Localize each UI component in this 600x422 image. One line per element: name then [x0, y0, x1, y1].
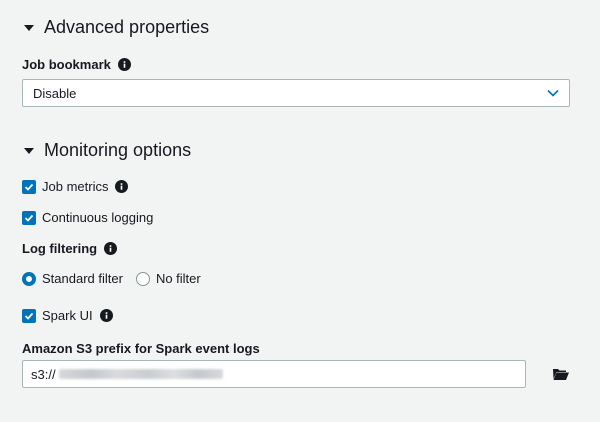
section-title-monitoring: Monitoring options: [44, 140, 192, 160]
caret-down-icon: [24, 147, 34, 154]
info-icon[interactable]: [104, 242, 118, 255]
job-bookmark-label: Job bookmark: [22, 57, 131, 72]
continuous-logging-label: Continuous logging: [42, 210, 154, 225]
log-filtering-label: Log filtering: [22, 241, 118, 256]
redacted-path: [58, 369, 223, 379]
no-filter-radio[interactable]: [135, 271, 150, 286]
job-bookmark-selected-value: Disable: [33, 85, 77, 101]
checkmark-icon: [24, 214, 34, 222]
continuous-logging-row: Continuous logging: [22, 210, 153, 225]
checkmark-icon: [24, 312, 34, 320]
info-icon[interactable]: [117, 58, 131, 71]
section-title-advanced: Advanced properties: [44, 17, 210, 37]
standard-filter-label[interactable]: Standard filter: [42, 271, 123, 286]
s3-prefix-input[interactable]: s3://: [22, 360, 526, 388]
info-icon[interactable]: [99, 309, 113, 322]
no-filter-label[interactable]: No filter: [156, 271, 201, 286]
chevron-down-icon: [547, 89, 559, 97]
s3-prefix-label-text: Amazon S3 prefix for Spark event logs: [22, 341, 260, 356]
monitoring-options-toggle[interactable]: Monitoring options: [22, 140, 191, 161]
job-bookmark-label-text: Job bookmark: [22, 57, 111, 72]
standard-filter-radio[interactable]: [22, 271, 36, 286]
continuous-logging-checkbox[interactable]: [22, 210, 36, 225]
job-bookmark-select[interactable]: Disable: [22, 79, 570, 107]
checkmark-icon: [24, 183, 34, 191]
spark-ui-row: Spark UI: [22, 308, 113, 323]
job-metrics-checkbox[interactable]: [22, 179, 36, 194]
caret-down-icon: [24, 24, 34, 31]
s3-prefix-value: s3://: [31, 366, 56, 382]
advanced-properties-toggle[interactable]: Advanced properties: [22, 17, 209, 38]
log-filtering-label-text: Log filtering: [22, 241, 98, 256]
folder-open-icon[interactable]: [552, 367, 570, 381]
s3-prefix-label: Amazon S3 prefix for Spark event logs: [22, 341, 260, 356]
job-metrics-row: Job metrics: [22, 179, 129, 194]
log-filtering-radio-group: Standard filter No filter: [22, 271, 201, 286]
spark-ui-checkbox[interactable]: [22, 308, 36, 323]
info-icon[interactable]: [115, 180, 129, 193]
job-metrics-label: Job metrics: [42, 179, 109, 194]
spark-ui-label: Spark UI: [42, 308, 93, 323]
